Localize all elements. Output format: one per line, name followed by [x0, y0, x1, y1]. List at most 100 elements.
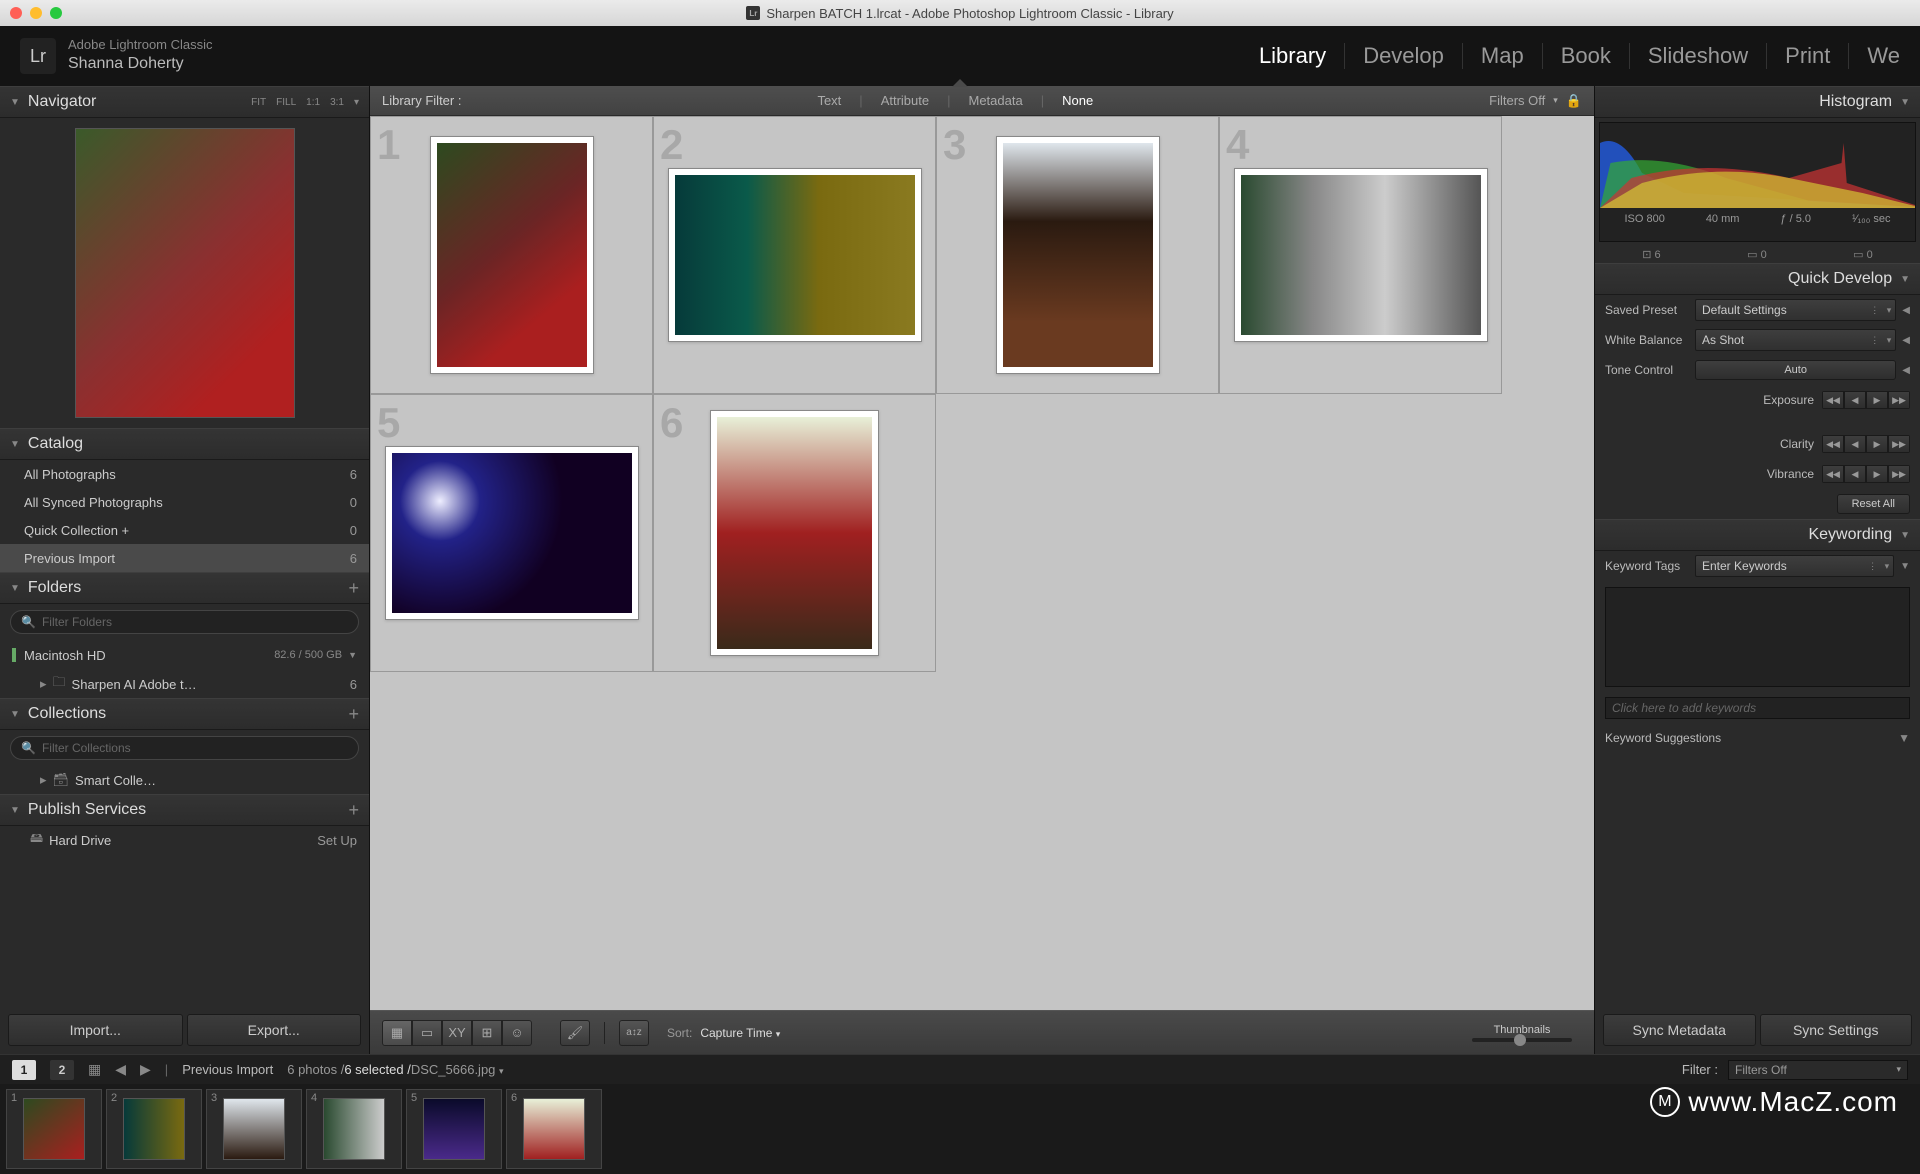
- thumbnail[interactable]: [675, 175, 915, 335]
- main-window-button[interactable]: 1: [12, 1060, 36, 1080]
- go-back-button[interactable]: ◀: [115, 1061, 126, 1078]
- reset-all-button[interactable]: Reset All: [1837, 494, 1910, 514]
- nav-fill[interactable]: FILL: [276, 97, 296, 108]
- publish-hard-drive[interactable]: 🖴Hard DriveSet Up: [0, 826, 369, 854]
- nav-fit[interactable]: FIT: [251, 97, 266, 108]
- filmstrip-cell[interactable]: 4: [306, 1089, 402, 1169]
- chevron-down-icon[interactable]: ▾: [499, 1066, 504, 1076]
- auto-tone-button[interactable]: Auto: [1695, 360, 1896, 380]
- grid-cell[interactable]: 4: [1219, 116, 1502, 394]
- smart-collections-item[interactable]: ▸🗃Smart Colle…: [0, 766, 369, 794]
- histogram-header[interactable]: Histogram▼: [1595, 86, 1920, 118]
- module-library[interactable]: Library: [1241, 43, 1345, 69]
- filter-preset-menu-icon[interactable]: ▾: [1553, 95, 1558, 106]
- exposure-stepper[interactable]: ◀◀◀▶▶▶: [1822, 391, 1910, 409]
- filmstrip[interactable]: 1 2 3 4 5 6: [0, 1084, 1920, 1174]
- grid-cell[interactable]: 2: [653, 116, 936, 394]
- catalog-previous-import[interactable]: Previous Import6: [0, 544, 369, 572]
- chevron-down-icon[interactable]: ▼: [348, 650, 357, 660]
- nav-1to1[interactable]: 1:1: [306, 97, 320, 108]
- collections-header[interactable]: ▼ Collections +: [0, 698, 369, 730]
- add-publish-service-button[interactable]: +: [348, 800, 359, 821]
- catalog-header[interactable]: ▼ Catalog: [0, 428, 369, 460]
- keyword-tags-box[interactable]: [1605, 587, 1910, 687]
- sync-settings-button[interactable]: Sync Settings: [1760, 1014, 1913, 1046]
- clarity-stepper[interactable]: ◀◀◀▶▶▶: [1822, 435, 1910, 453]
- sort-direction-button[interactable]: a↕z: [619, 1020, 649, 1046]
- navigator-header[interactable]: ▼ Navigator FIT FILL 1:1 3:1 ▾: [0, 86, 369, 118]
- grid-view-button[interactable]: ▦: [382, 1020, 412, 1046]
- filters-state[interactable]: Filters Off: [1489, 93, 1545, 108]
- filmstrip-cell[interactable]: 3: [206, 1089, 302, 1169]
- disclosure-icon[interactable]: ▼: [1900, 561, 1910, 572]
- sync-metadata-button[interactable]: Sync Metadata: [1603, 1014, 1756, 1046]
- source-context[interactable]: Previous Import: [182, 1062, 273, 1077]
- histogram-display[interactable]: ISO 800 40 mm ƒ / 5.0 ¹⁄₁₀₀ sec: [1599, 122, 1916, 242]
- module-print[interactable]: Print: [1767, 43, 1849, 69]
- disclosure-icon[interactable]: ▼: [1898, 731, 1910, 745]
- filter-text[interactable]: Text: [817, 93, 841, 108]
- grid-cell[interactable]: 6: [653, 394, 936, 672]
- catalog-all-photographs[interactable]: All Photographs6: [0, 460, 369, 488]
- thumbnail[interactable]: [717, 417, 872, 649]
- export-button[interactable]: Export...: [187, 1014, 362, 1046]
- grid-cell[interactable]: 5: [370, 394, 653, 672]
- white-balance-dropdown[interactable]: As Shot⋮▾: [1695, 329, 1896, 351]
- filmstrip-filter-dropdown[interactable]: Filters Off▾: [1728, 1060, 1908, 1080]
- saved-preset-dropdown[interactable]: Default Settings⋮▾: [1695, 299, 1896, 321]
- filter-collections-input[interactable]: 🔍Filter Collections: [10, 736, 359, 760]
- filter-folders-input[interactable]: 🔍Filter Folders: [10, 610, 359, 634]
- catalog-quick-collection[interactable]: Quick Collection +0: [0, 516, 369, 544]
- thumbnail[interactable]: [1003, 143, 1153, 367]
- thumbnail[interactable]: [437, 143, 587, 367]
- catalog-all-synced[interactable]: All Synced Photographs0: [0, 488, 369, 516]
- filmstrip-cell[interactable]: 2: [106, 1089, 202, 1169]
- sort-criteria-dropdown[interactable]: Capture Time ▾: [700, 1026, 780, 1040]
- nav-ratio[interactable]: 3:1: [330, 97, 344, 108]
- filter-none[interactable]: None: [1062, 93, 1093, 108]
- thumbnail-size-slider[interactable]: Thumbnails: [1472, 1024, 1572, 1042]
- folders-header[interactable]: ▼ Folders +: [0, 572, 369, 604]
- filmstrip-cell[interactable]: 5: [406, 1089, 502, 1169]
- module-web[interactable]: We: [1849, 43, 1900, 69]
- keyword-tags-dropdown[interactable]: Enter Keywords⋮▾: [1695, 555, 1894, 577]
- survey-view-button[interactable]: ⊞: [472, 1020, 502, 1046]
- grid-view[interactable]: 1 2 3 4 5 6: [370, 116, 1594, 1010]
- filter-lock-icon[interactable]: 🔒: [1566, 93, 1582, 109]
- module-develop[interactable]: Develop: [1345, 43, 1463, 69]
- compare-view-button[interactable]: XY: [442, 1020, 472, 1046]
- publish-services-header[interactable]: ▼ Publish Services +: [0, 794, 369, 826]
- add-folder-button[interactable]: +: [348, 578, 359, 599]
- second-window-button[interactable]: 2: [50, 1060, 74, 1080]
- quick-develop-header[interactable]: Quick Develop▼: [1595, 263, 1920, 295]
- painter-tool-button[interactable]: 🖌: [560, 1020, 590, 1046]
- import-button[interactable]: Import...: [8, 1014, 183, 1046]
- panel-collapse-handle-icon[interactable]: [952, 79, 968, 87]
- module-book[interactable]: Book: [1543, 43, 1630, 69]
- thumbnail[interactable]: [392, 453, 632, 613]
- nav-ratio-menu-icon[interactable]: ▾: [354, 97, 359, 108]
- filmstrip-cell[interactable]: 1: [6, 1089, 102, 1169]
- disclosure-icon[interactable]: ◀: [1902, 335, 1910, 346]
- people-view-button[interactable]: ☺: [502, 1020, 532, 1046]
- disclosure-icon[interactable]: ◀: [1902, 305, 1910, 316]
- navigator-preview[interactable]: [75, 128, 295, 418]
- thumbnail[interactable]: [1241, 175, 1481, 335]
- module-slideshow[interactable]: Slideshow: [1630, 43, 1767, 69]
- vibrance-stepper[interactable]: ◀◀◀▶▶▶: [1822, 465, 1910, 483]
- filter-metadata[interactable]: Metadata: [969, 93, 1023, 108]
- grid-cell[interactable]: 1: [370, 116, 653, 394]
- filmstrip-cell[interactable]: 6: [506, 1089, 602, 1169]
- disclosure-icon[interactable]: ◀: [1902, 365, 1910, 376]
- volume-macintosh-hd[interactable]: Macintosh HD82.6 / 500 GB▼: [0, 640, 369, 670]
- add-collection-button[interactable]: +: [348, 704, 359, 725]
- grid-cell[interactable]: 3: [936, 116, 1219, 394]
- add-keywords-input[interactable]: Click here to add keywords: [1605, 697, 1910, 719]
- keywording-header[interactable]: Keywording▼: [1595, 519, 1920, 551]
- loupe-view-button[interactable]: ▭: [412, 1020, 442, 1046]
- go-forward-button[interactable]: ▶: [140, 1061, 151, 1078]
- grid-icon[interactable]: ▦: [88, 1061, 101, 1078]
- folder-item[interactable]: ▸🗀Sharpen AI Adobe t…6: [0, 670, 369, 698]
- filter-attribute[interactable]: Attribute: [881, 93, 929, 108]
- module-map[interactable]: Map: [1463, 43, 1543, 69]
